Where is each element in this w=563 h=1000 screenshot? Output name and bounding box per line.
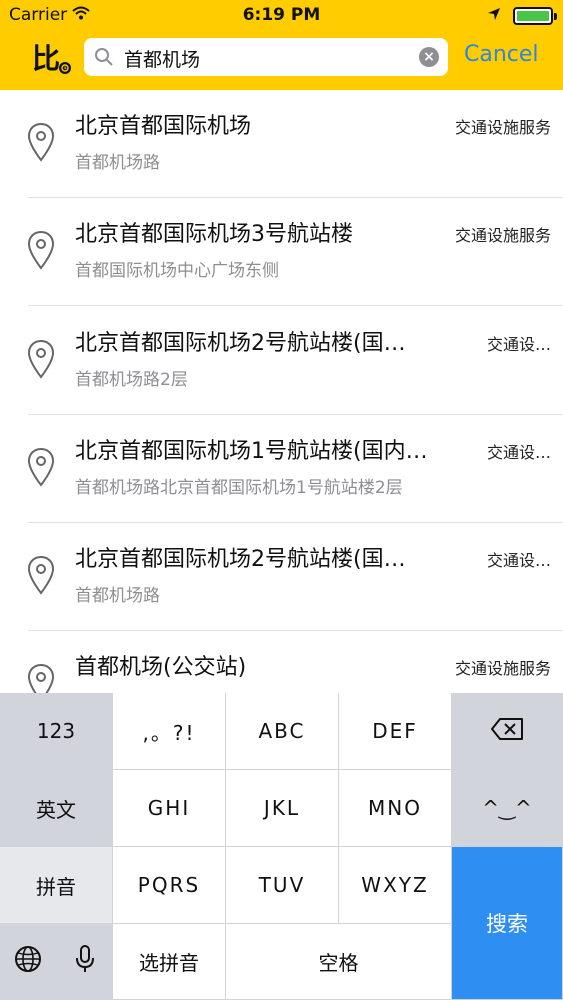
result-title: 北京首都国际机场2号航站楼(国… <box>75 331 406 356</box>
cancel-button[interactable]: Cancel <box>464 42 539 67</box>
search-key[interactable]: 搜索 <box>452 847 563 1000</box>
microphone-icon <box>75 944 95 979</box>
result-title: 首都机场(公交站) <box>75 655 247 680</box>
backspace-key[interactable] <box>452 693 563 770</box>
globe-key[interactable] <box>0 924 57 1000</box>
microphone-key[interactable] <box>57 924 113 1000</box>
key-choose-pinyin[interactable]: 选拼音 <box>113 924 226 1000</box>
status-bar: Carrier 6:19 PM <box>0 0 563 30</box>
result-address: 首都机场路 <box>75 153 160 173</box>
backspace-icon <box>490 717 524 746</box>
key-def[interactable]: DEF <box>339 693 452 770</box>
list-item[interactable]: 北京首都国际机场 首都机场路 交通设施服务 <box>0 90 563 198</box>
battery-icon <box>513 7 557 25</box>
status-time: 6:19 PM <box>242 5 321 25</box>
search-input[interactable]: 首都机场 × <box>84 38 448 76</box>
search-query[interactable]: 首都机场 <box>124 45 200 72</box>
result-category: 交通设施服务 <box>454 226 551 245</box>
key-tuv[interactable]: TUV <box>226 847 339 924</box>
result-category: 交通设… <box>486 335 551 354</box>
key-pinyin[interactable]: 拼音 <box>0 847 113 924</box>
key-english[interactable]: 英文 <box>0 770 113 847</box>
key-abc[interactable]: ABC <box>226 693 339 770</box>
list-item[interactable]: 首都机场(公交站) 交通设施服务 <box>0 631 563 693</box>
result-title: 北京首都国际机场3号航站楼 <box>75 222 353 247</box>
clear-icon[interactable]: × <box>419 47 439 67</box>
key-ghi[interactable]: GHI <box>113 770 226 847</box>
result-category: 交通设… <box>486 443 551 462</box>
location-pin-icon <box>27 230 55 274</box>
result-address: 首都国际机场中心广场东侧 <box>75 261 279 281</box>
list-item[interactable]: 北京首都国际机场1号航站楼(国内… 首都机场路北京首都国际机场1号航站楼2层 交… <box>0 415 563 523</box>
result-address: 首都机场路2层 <box>75 370 188 390</box>
location-pin-icon <box>27 122 55 166</box>
result-category: 交通设… <box>486 551 551 570</box>
result-title: 北京首都国际机场2号航站楼(国… <box>75 547 406 572</box>
result-address: 首都机场路北京首都国际机场1号航站楼2层 <box>75 478 403 498</box>
results-list: 北京首都国际机场 首都机场路 交通设施服务 北京首都国际机场3号航站楼 首都国际… <box>0 90 563 693</box>
key-123[interactable]: 123 <box>0 693 113 770</box>
globe-icon <box>14 945 42 978</box>
keyboard: 123 ,。?! ABC DEF 英文 GHI JKL MNO ^‿^ 拼音 P… <box>0 693 563 1000</box>
location-arrow-icon <box>487 6 501 26</box>
search-icon <box>94 47 114 71</box>
result-title: 北京首都国际机场 <box>75 114 252 139</box>
result-title: 北京首都国际机场1号航站楼(国内… <box>75 439 428 464</box>
result-category: 交通设施服务 <box>454 118 551 137</box>
location-pin-icon <box>27 663 55 693</box>
nav-bar: Carrier 6:19 PM 比 首都机场 × Cancel <box>0 0 563 90</box>
space-key[interactable]: 空格 <box>226 924 452 1000</box>
location-pin-icon <box>27 447 55 491</box>
app-logo-icon[interactable]: 比 <box>30 38 74 78</box>
location-pin-icon <box>27 339 55 383</box>
location-pin-icon <box>27 555 55 599</box>
result-category: 交通设施服务 <box>454 659 551 678</box>
key-jkl[interactable]: JKL <box>226 770 339 847</box>
list-item[interactable]: 北京首都国际机场2号航站楼(国… 首都机场路2层 交通设… <box>0 307 563 415</box>
result-address: 首都机场路 <box>75 586 160 606</box>
key-punctuation[interactable]: ,。?! <box>113 693 226 770</box>
key-wxyz[interactable]: WXYZ <box>339 847 452 924</box>
list-item[interactable]: 北京首都国际机场2号航站楼(国… 首都机场路 交通设… <box>0 523 563 631</box>
svg-text:比: 比 <box>32 42 60 75</box>
list-item[interactable]: 北京首都国际机场3号航站楼 首都国际机场中心广场东侧 交通设施服务 <box>0 198 563 306</box>
key-emoticon[interactable]: ^‿^ <box>452 770 563 847</box>
key-mno[interactable]: MNO <box>339 770 452 847</box>
key-pqrs[interactable]: PQRS <box>113 847 226 924</box>
